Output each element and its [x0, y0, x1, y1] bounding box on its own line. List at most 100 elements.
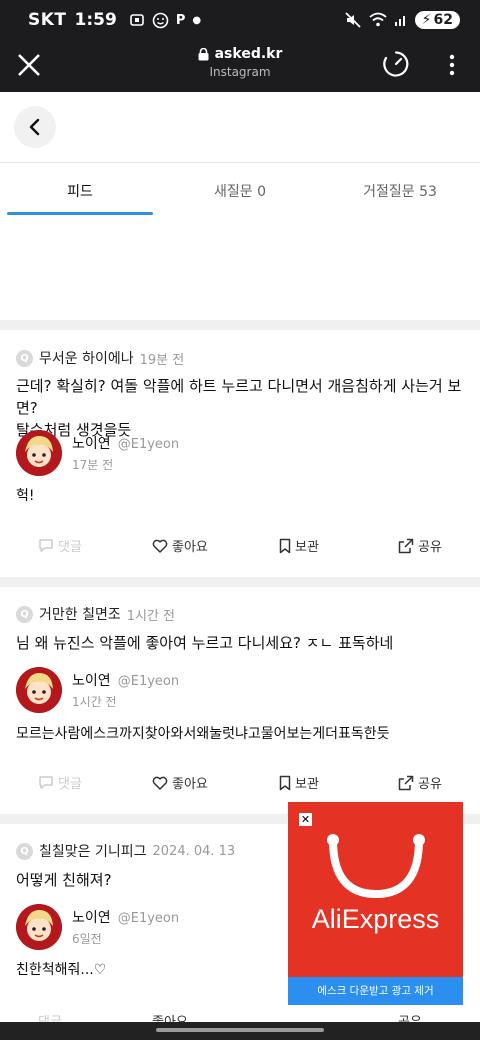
screenshot-icon: [130, 14, 144, 26]
mute-icon: [345, 12, 361, 28]
question-text: 님 왜 뉴진스 악플에 좋아여 누르고 다니세요? ㅈㄴ 표독하네: [16, 632, 466, 654]
signal-icon: [394, 16, 405, 26]
comment-button[interactable]: 댓글: [38, 536, 82, 555]
tab-feed[interactable]: 피드: [0, 163, 160, 217]
author-name: 노이연: [72, 673, 111, 689]
bookmark-icon: [279, 538, 291, 553]
question-badge-icon: Q: [16, 349, 33, 367]
asker-name: 거만한 칠면조: [39, 607, 121, 623]
asked-time: 2024. 04. 13: [152, 843, 236, 859]
like-label: 좋아요: [152, 1011, 188, 1022]
dot-icon: ●: [192, 14, 202, 26]
shopping-bag-icon: [327, 834, 425, 899]
feed-post: Q 무서운 하이에나 19분 전 근데? 확실히? 여돌 악플에 하트 누르고 …: [0, 330, 480, 577]
author-block[interactable]: 노이연 @E1yeon 6일전: [16, 904, 179, 950]
heart-icon: [152, 539, 168, 553]
question-badge-icon: Q: [16, 605, 33, 623]
share-icon: [398, 775, 414, 790]
author-handle: @E1yeon: [117, 437, 180, 452]
bookmark-icon: [279, 775, 291, 790]
question-header: Q 무서운 하이에나 19분 전: [16, 348, 184, 368]
share-button[interactable]: 공유: [398, 536, 442, 555]
answered-time: 6일전: [72, 932, 102, 946]
bookmark-button[interactable]: 보관: [279, 773, 319, 792]
asker-name: 무서운 하이에나: [39, 351, 134, 367]
share-label: 공유: [398, 1011, 422, 1022]
author-handle: @E1yeon: [117, 911, 180, 926]
back-button[interactable]: [14, 106, 56, 148]
avatar[interactable]: [16, 904, 62, 950]
bookmark-label: 보관: [295, 540, 319, 555]
bookmark-button[interactable]: 보관: [279, 536, 319, 555]
share-button[interactable]: 공유: [398, 1011, 422, 1022]
heart-icon: [152, 776, 168, 790]
answer-text: 헉!: [16, 488, 35, 504]
asked-time: 19분 전: [139, 352, 185, 368]
tab-new-questions[interactable]: 새질문 0: [160, 163, 320, 217]
like-label: 좋아요: [172, 777, 208, 792]
bookmark-label: 보관: [295, 777, 319, 792]
question-line: 근데? 확실히? 여돌 악플에 하트 누르고 다니면서 개음침하게 사는거 보면…: [16, 377, 462, 417]
url-domain: asked.kr: [214, 46, 283, 62]
status-bar: SKT 1:59 P ● ⚡ 62: [0, 0, 480, 40]
like-button[interactable]: 좋아요: [152, 773, 208, 792]
avatar-image: [16, 667, 62, 713]
ad-brand-name: AliExpress: [311, 904, 440, 934]
answered-time: 17분 전: [72, 458, 114, 472]
chevron-left-icon: [29, 118, 40, 136]
like-button[interactable]: 좋아요: [152, 1011, 188, 1022]
like-button[interactable]: 좋아요: [152, 536, 208, 555]
battery-indicator: ⚡ 62: [414, 11, 460, 29]
asker-name: 칠칠맞은 기니피그: [39, 844, 147, 860]
share-icon: [398, 538, 414, 553]
author-block[interactable]: 노이연 @E1yeon 17분 전: [16, 430, 179, 476]
ad-close-button[interactable]: ✕: [299, 813, 312, 826]
carrier-label: SKT: [28, 10, 67, 30]
avatar-image: [16, 904, 62, 950]
avatar[interactable]: [16, 430, 62, 476]
face-icon: [152, 12, 169, 28]
author-name: 노이연: [72, 436, 111, 452]
clock: 1:59: [74, 10, 117, 30]
share-label: 공유: [418, 540, 442, 555]
speedometer-icon[interactable]: [382, 50, 410, 78]
post-actions: 댓글 좋아요 보관 공유: [0, 536, 480, 566]
battery-level: 62: [433, 12, 453, 28]
post-actions: 댓글 좋아요 보관 공유: [0, 773, 480, 803]
asked-time: 1시간 전: [126, 608, 176, 624]
comment-label: 댓글: [58, 540, 82, 555]
avatar[interactable]: [16, 667, 62, 713]
section-separator: [0, 320, 480, 330]
answered-time: 1시간 전: [72, 695, 117, 709]
comment-icon: [39, 776, 53, 789]
lock-icon: [198, 47, 209, 60]
tab-bar: 피드 새질문 0 거절질문 53: [0, 163, 480, 217]
share-label: 공유: [418, 777, 442, 792]
system-nav-bar: [0, 1022, 480, 1040]
feed-post: Q 거만한 칠면조 1시간 전 님 왜 뉴진스 악플에 좋아여 누르고 다니세요…: [0, 587, 480, 814]
author-handle: @E1yeon: [117, 674, 180, 689]
question-header: Q 칠칠맞은 기니피그 2024. 04. 13: [16, 841, 235, 861]
section-separator: [0, 577, 480, 587]
comment-button[interactable]: 댓글: [38, 773, 82, 792]
answer-text: 모르는사람에스크까지찾아와서왜눌럿냐고물어보는게더표독한듯: [16, 726, 390, 742]
active-tab-indicator: [7, 212, 153, 215]
aliexpress-ad-banner[interactable]: ✕ AliExpress 에스크 다운받고 광고 제거: [288, 802, 463, 1005]
question-header: Q 거만한 칠면조 1시간 전: [16, 604, 175, 624]
avatar-image: [16, 430, 62, 476]
remove-ads-button[interactable]: 에스크 다운받고 광고 제거: [288, 977, 463, 1005]
comment-label: 댓글: [58, 777, 82, 792]
comment-label: 댓글: [38, 1011, 62, 1022]
author-name: 노이연: [72, 910, 111, 926]
more-vertical-icon[interactable]: [440, 52, 464, 78]
share-button[interactable]: 공유: [398, 773, 442, 792]
tab-rejected-questions[interactable]: 거절질문 53: [320, 163, 480, 217]
question-line: 님 왜 뉴진스 악플에 좋아여 누르고 다니세요? ㅈㄴ 표독하네: [16, 634, 394, 652]
wifi-icon: [369, 12, 387, 27]
bolt-icon: ⚡: [421, 12, 432, 28]
like-label: 좋아요: [172, 540, 208, 555]
comment-button[interactable]: 댓글: [38, 1011, 62, 1022]
post-actions: 댓글 좋아요 공유: [0, 1011, 480, 1022]
gesture-handle[interactable]: [156, 1028, 324, 1032]
author-block[interactable]: 노이연 @E1yeon 1시간 전: [16, 667, 179, 713]
